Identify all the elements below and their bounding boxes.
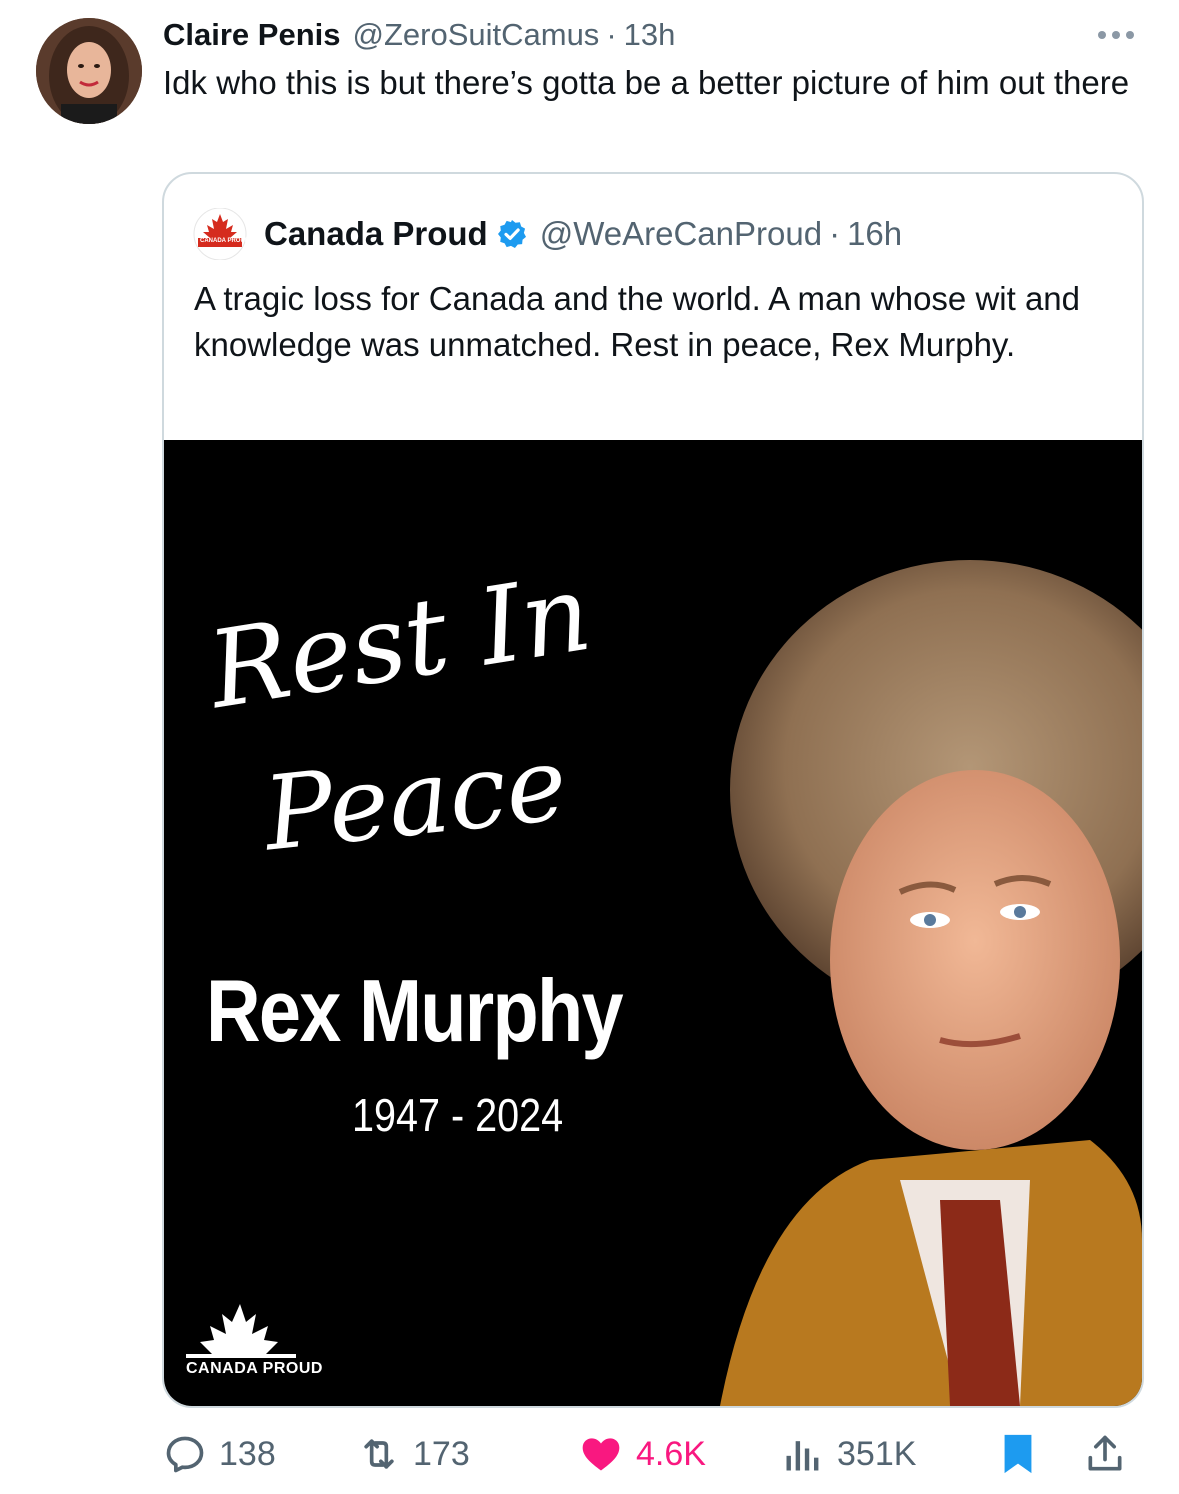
tweet-time[interactable]: 13h — [624, 17, 676, 53]
views-count: 351K — [837, 1434, 917, 1473]
verified-icon — [497, 220, 526, 248]
retweet-count: 173 — [413, 1434, 470, 1473]
author-avatar[interactable] — [36, 18, 142, 124]
like-count: 4.6K — [636, 1434, 706, 1473]
quoted-author-name[interactable]: Canada Proud — [264, 215, 488, 253]
quoted-tweet[interactable]: CANADA PROUD Canada Proud @WeAreCanProud… — [162, 172, 1144, 1408]
like-button[interactable]: 4.6K — [578, 1426, 706, 1482]
author-handle[interactable]: @ZeroSuitCamus — [352, 17, 599, 53]
separator-dot: · — [606, 17, 617, 52]
image-script-line2: Peace — [258, 724, 573, 875]
tweet-text: Idk who this is but there’s gotta be a b… — [163, 64, 1130, 101]
views-button[interactable]: 351K — [781, 1426, 916, 1482]
quoted-logo-text: CANADA PROUD — [200, 238, 250, 244]
portrait-photo — [720, 560, 1142, 1406]
more-icon[interactable] — [1093, 20, 1139, 50]
quoted-tweet-text: A tragic loss for Canada and the world. … — [194, 280, 1081, 363]
quoted-author-handle[interactable]: @WeAreCanProud — [540, 215, 822, 253]
views-icon — [786, 1441, 819, 1471]
tweet-media-image[interactable]: Rest In Peace Rex Murphy 1947 - 2024 CAN… — [164, 440, 1142, 1406]
quoted-author-avatar[interactable]: CANADA PROUD — [192, 207, 250, 261]
quoted-tweet-time[interactable]: 16h — [847, 215, 902, 253]
quoted-tweet-header: CANADA PROUD Canada Proud @WeAreCanProud… — [192, 207, 902, 261]
image-years: 1947 - 2024 — [352, 1089, 564, 1141]
canada-proud-logo-icon — [186, 1304, 296, 1358]
avatar-image — [36, 18, 142, 124]
bookmark-button[interactable] — [998, 1426, 1050, 1482]
reply-button[interactable]: 138 — [163, 1426, 276, 1482]
retweet-icon — [364, 1439, 394, 1469]
reply-icon — [166, 1436, 204, 1473]
share-button[interactable] — [1083, 1426, 1139, 1482]
maple-leaf-logo-icon — [193, 207, 247, 261]
image-person-name: Rex Murphy — [206, 961, 624, 1060]
bookmark-icon — [1004, 1434, 1032, 1474]
heart-icon — [582, 1438, 620, 1471]
image-script-line1: Rest In — [200, 550, 599, 733]
author-name[interactable]: Claire Penis — [163, 17, 340, 53]
image-logo-text: CANADA PROUD — [182, 1360, 327, 1378]
share-icon — [1088, 1435, 1122, 1471]
retweet-button[interactable]: 173 — [357, 1426, 470, 1482]
tweet-action-bar: 138 173 4.6K 351K — [163, 1426, 1143, 1482]
reply-count: 138 — [219, 1434, 276, 1473]
tweet-header: Claire Penis @ZeroSuitCamus · 13h — [163, 14, 1139, 56]
separator-dot: · — [829, 215, 841, 252]
